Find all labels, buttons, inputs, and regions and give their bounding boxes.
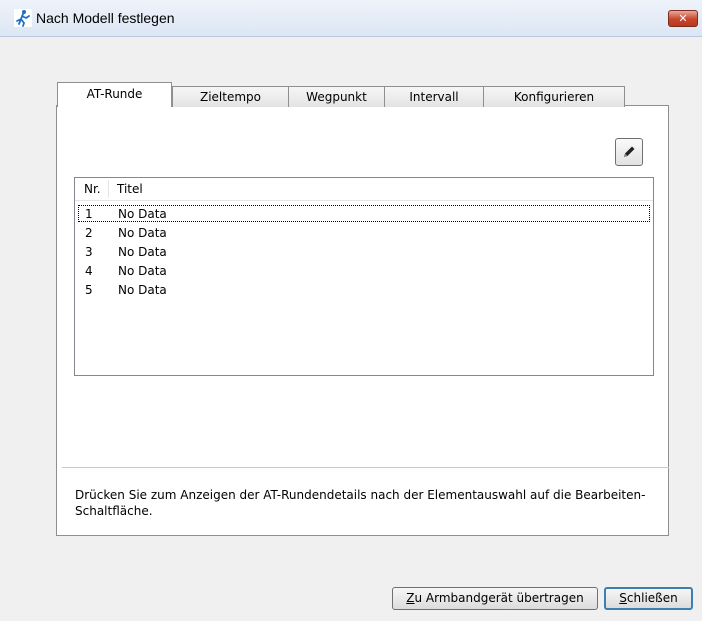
transfer-button-label: u Armbandgerät übertragen <box>414 591 584 605</box>
transfer-access-key: Z <box>406 591 415 605</box>
tab-label: Zieltempo <box>199 90 261 104</box>
edit-button[interactable] <box>615 138 643 166</box>
tab-label: Konfigurieren <box>513 90 595 104</box>
list-item[interactable]: 3 No Data <box>75 243 653 262</box>
row-title: No Data <box>118 283 167 297</box>
column-header-titel[interactable]: Titel <box>117 182 143 196</box>
row-number: 1 <box>85 207 93 221</box>
tab-zieltempo[interactable]: Zieltempo <box>172 86 289 107</box>
at-runde-list[interactable]: Nr. Titel 1 No Data 2 No Data 3 No Data … <box>74 177 654 376</box>
divider <box>62 467 669 468</box>
dialog-window: Nach Modell festlegen ✕ AT-Runde Zieltem… <box>0 0 702 621</box>
row-title: No Data <box>118 245 167 259</box>
window-title: Nach Modell festlegen <box>36 10 175 26</box>
transfer-to-watch-button[interactable]: Zu Armbandgerät übertragen <box>392 587 598 610</box>
title-bar[interactable]: Nach Modell festlegen ✕ <box>0 0 702 37</box>
column-header-nr[interactable]: Nr. <box>84 182 101 196</box>
tab-label: Wegpunkt <box>306 90 367 104</box>
hint-text: Drücken Sie zum Anzeigen der AT-Rundende… <box>75 488 646 518</box>
tab-at-runde[interactable]: AT-Runde <box>57 82 172 107</box>
close-access-key: S <box>619 591 627 605</box>
list-item[interactable]: 2 No Data <box>75 224 653 243</box>
close-icon: ✕ <box>678 12 688 25</box>
tab-label: Intervall <box>409 90 459 104</box>
list-item[interactable]: 4 No Data <box>75 262 653 281</box>
row-number: 2 <box>85 226 93 240</box>
tab-intervall[interactable]: Intervall <box>384 86 484 107</box>
list-item[interactable]: 1 No Data <box>75 205 653 224</box>
row-number: 3 <box>85 245 93 259</box>
tab-konfigurieren[interactable]: Konfigurieren <box>483 86 625 107</box>
row-number: 5 <box>85 283 93 297</box>
column-divider[interactable] <box>108 180 109 198</box>
tab-wegpunkt[interactable]: Wegpunkt <box>288 86 385 107</box>
row-title: No Data <box>118 207 167 221</box>
list-header: Nr. Titel <box>75 178 653 201</box>
row-title: No Data <box>118 264 167 278</box>
row-title: No Data <box>118 226 167 240</box>
row-number: 4 <box>85 264 93 278</box>
close-button[interactable]: Schließen <box>604 587 693 610</box>
runner-icon <box>14 9 32 27</box>
list-item[interactable]: 5 No Data <box>75 281 653 300</box>
close-window-button[interactable]: ✕ <box>668 10 698 27</box>
close-button-label: chließen <box>626 591 678 605</box>
pencil-icon <box>624 146 635 157</box>
tab-label: AT-Runde <box>86 87 143 101</box>
